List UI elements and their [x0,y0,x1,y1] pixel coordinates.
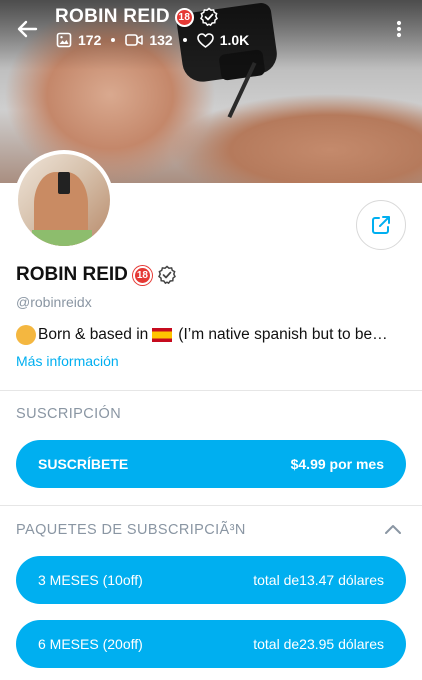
videos-stat[interactable]: 132 [125,32,173,48]
photos-count: 172 [78,32,102,48]
top-bar: ROBIN REID 18 172 132 1.0K [0,0,422,60]
baby-emoji-icon [16,325,36,345]
subscribe-label: SUSCRÍBETE [38,456,129,472]
spain-flag-icon [152,328,173,342]
bio-part-1: Born & based in [38,326,149,343]
likes-count: 1.0K [219,32,250,48]
heart-icon [196,32,214,48]
back-button[interactable] [12,14,42,44]
bundle-button-3-months[interactable]: 3 MESES (10off) total de13.47 dólares [16,556,406,604]
separator-dot [182,38,187,42]
likes-stat: 1.0K [196,32,250,48]
verified-icon [199,7,218,27]
avatar[interactable] [14,150,114,250]
header-stats: 172 132 1.0K [56,32,249,48]
bundle-price: total de13.47 dólares [253,572,384,588]
bio-text: Born & based in (I’m native spanish but … [16,325,388,345]
more-info-link[interactable]: Más información [16,353,119,369]
photos-stat[interactable]: 172 [56,32,101,48]
header-title-row: ROBIN REID 18 [55,6,219,28]
verified-icon [157,265,176,285]
image-icon [56,32,72,48]
subscribe-price: $4.99 por mes [290,456,384,472]
adult-badge: 18 [174,7,194,27]
subscription-section-title: SUSCRIPCIÓN [16,406,122,422]
header-title: ROBIN REID [55,6,170,27]
subscribe-button[interactable]: SUSCRÍBETE $4.99 por mes [16,440,406,488]
avatar-photo [18,154,110,246]
bundle-label: 3 MESES (10off) [38,572,143,588]
divider [0,505,422,506]
chevron-up-icon[interactable] [383,522,403,536]
more-vertical-icon [396,20,402,38]
bundle-price: total de23.95 dólares [253,636,384,652]
bio-part-2: (I’m native spanish but to be… [178,326,388,343]
avatar-towel-shape [32,230,92,246]
username: @robinreidx [16,294,92,310]
videos-count: 132 [149,32,173,48]
bundle-label: 6 MESES (20off) [38,636,143,652]
adult-badge: 18 [132,265,152,285]
separator-dot [111,38,116,42]
more-options-button[interactable] [390,16,408,42]
bundle-button-6-months[interactable]: 6 MESES (20off) total de23.95 dólares [16,620,406,668]
avatar-phone-shape [58,172,70,194]
share-icon [372,216,390,234]
profile-name-row: ROBIN REID 18 [16,264,177,286]
divider [0,390,422,391]
profile-name: ROBIN REID [16,264,128,285]
bundles-section-title: PAQUETES DE SUBSCRIPCIÃ³N [16,522,246,538]
video-icon [125,34,144,46]
share-button[interactable] [356,200,406,250]
back-arrow-icon [17,20,38,38]
